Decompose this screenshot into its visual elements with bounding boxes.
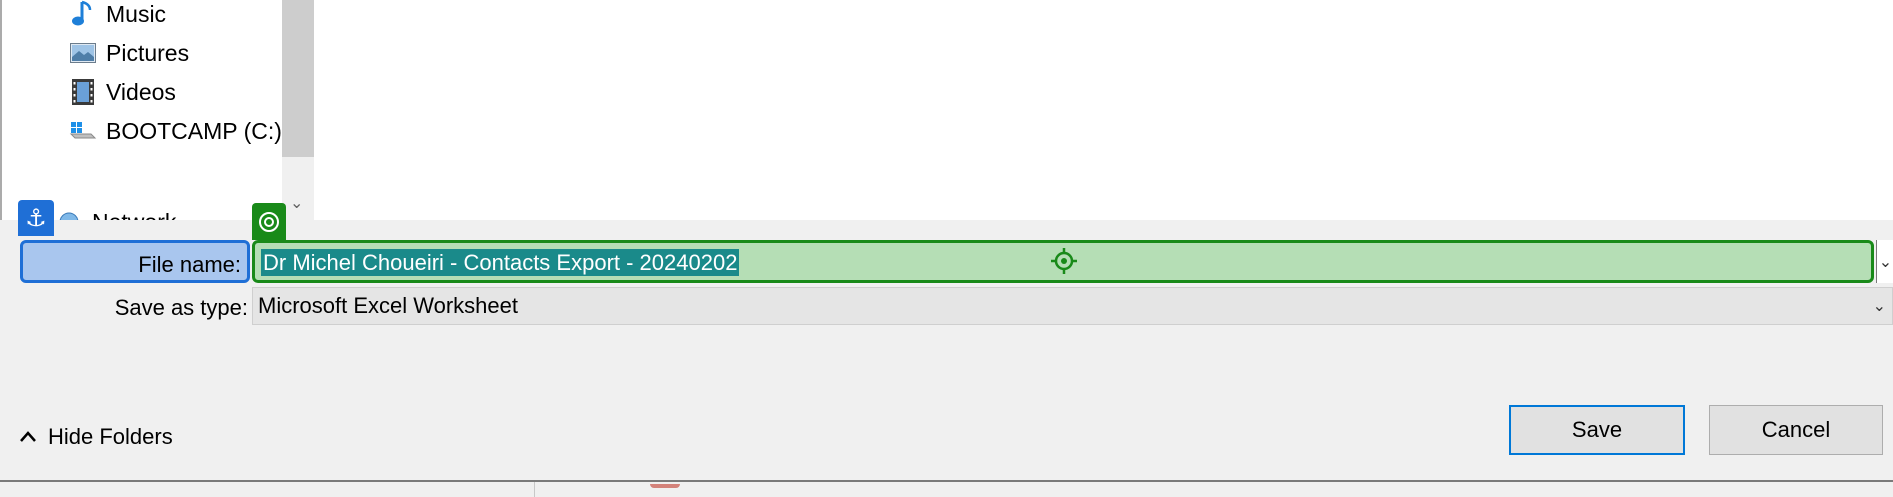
pictures-icon	[68, 39, 98, 67]
navigation-pane: Music Pictures Videos BOOTCAMP (C:) Netw…	[2, 0, 282, 220]
save-as-type-value: Microsoft Excel Worksheet	[258, 293, 519, 318]
file-name-value[interactable]: Dr Michel Choueiri - Contacts Export - 2…	[261, 249, 740, 276]
network-icon	[54, 208, 84, 220]
file-list-area[interactable]	[314, 0, 1893, 220]
save-button[interactable]: Save	[1509, 405, 1685, 455]
drive-icon	[68, 117, 98, 145]
hide-folders-button[interactable]: Hide Folders	[18, 420, 173, 454]
nav-item-label: BOOTCAMP (C:)	[106, 117, 282, 144]
scroll-down-icon[interactable]: ⌄	[290, 193, 303, 213]
videos-icon	[68, 78, 98, 106]
nav-item-label: Videos	[106, 78, 176, 105]
background-red-shape	[650, 484, 680, 488]
anchor-icon: ⚓	[18, 200, 54, 236]
nav-item-label: Music	[106, 0, 167, 27]
nav-item-music[interactable]: Music	[68, 0, 166, 34]
nav-item-bootcamp-drive[interactable]: BOOTCAMP (C:)	[68, 111, 282, 151]
nav-item-network[interactable]: Network	[54, 202, 176, 220]
nav-item-pictures[interactable]: Pictures	[68, 33, 189, 73]
cancel-button[interactable]: Cancel	[1709, 405, 1883, 455]
hide-folders-label: Hide Folders	[48, 424, 173, 449]
crosshair-icon	[1050, 247, 1078, 275]
file-name-label: File name:	[20, 240, 250, 283]
music-note-icon	[68, 0, 98, 28]
save-as-type-select[interactable]: Microsoft Excel Worksheet ⌄	[252, 287, 1893, 325]
scrollbar-thumb[interactable]	[282, 0, 314, 157]
chevron-up-icon	[20, 431, 36, 442]
save-as-type-label: Save as type:	[114, 295, 248, 320]
nav-item-label: Pictures	[106, 39, 190, 66]
save-as-dialog: Music Pictures Videos BOOTCAMP (C:) Netw…	[0, 0, 1893, 480]
navigation-scrollbar[interactable]: ⌄	[282, 0, 314, 220]
file-name-dropdown-icon[interactable]: ⌄	[1876, 240, 1893, 283]
nav-item-label: Network	[92, 209, 176, 221]
background-window-strip	[0, 480, 1893, 497]
chevron-down-icon: ⌄	[1872, 298, 1886, 315]
target-icon	[252, 203, 286, 240]
nav-item-videos[interactable]: Videos	[68, 72, 176, 112]
